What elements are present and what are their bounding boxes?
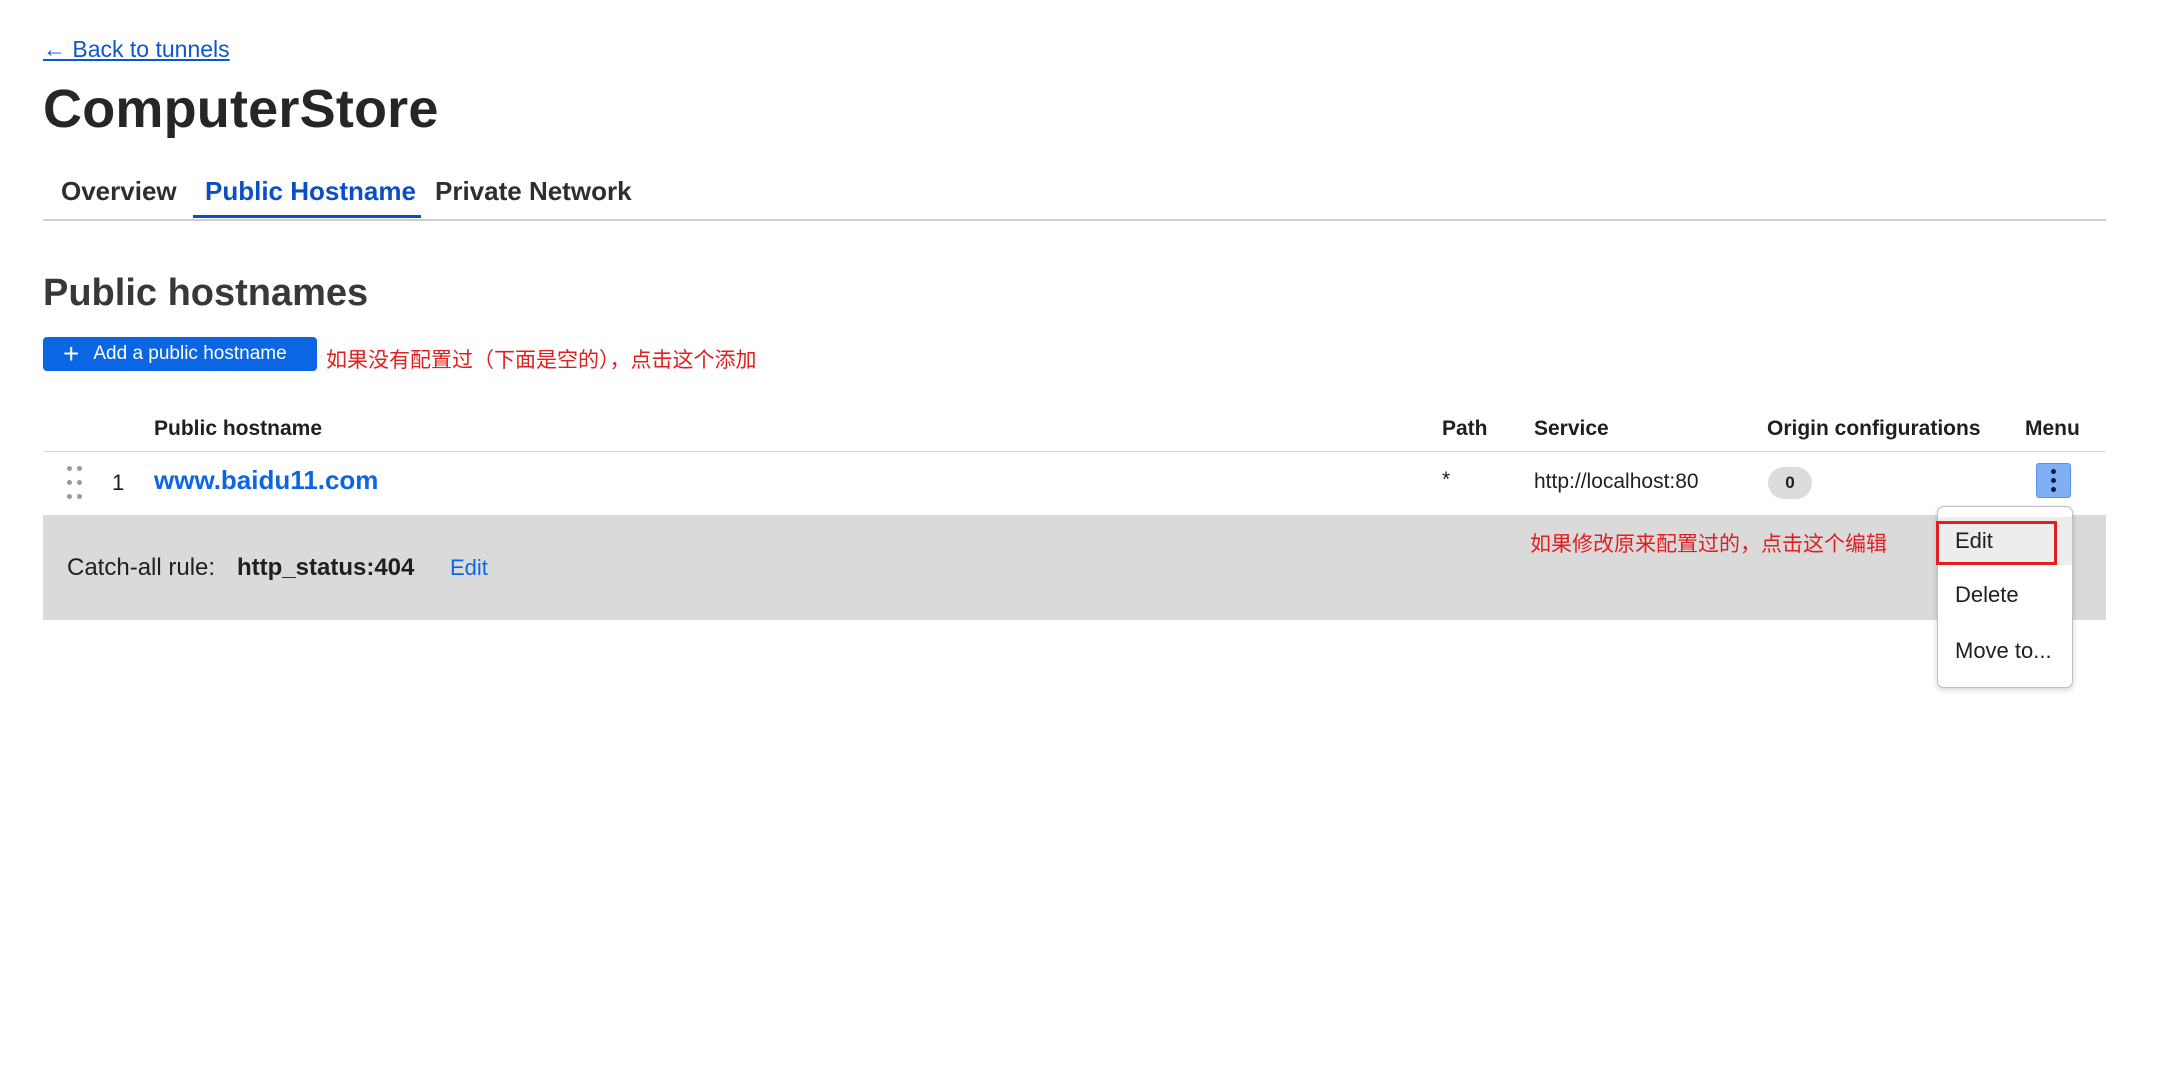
tab-public-hostname[interactable]: Public Hostname	[205, 176, 416, 207]
section-title: Public hostnames	[43, 272, 369, 314]
tab-bar: Overview Public Hostname Private Network	[43, 164, 2106, 221]
catch-all-label: Catch-all rule:	[67, 554, 216, 581]
catch-all-edit-link[interactable]: Edit	[450, 555, 488, 581]
path-value: *	[1442, 468, 1451, 491]
plus-icon: +	[63, 338, 80, 369]
add-public-hostname-button[interactable]: + Add a public hostname	[43, 337, 317, 371]
tab-overview[interactable]: Overview	[61, 176, 177, 207]
menu-item-delete[interactable]: Delete	[1938, 571, 2072, 619]
back-to-tunnels-link[interactable]: ← Back to tunnels	[43, 36, 230, 63]
row-menu-button[interactable]	[2036, 463, 2071, 498]
hostname-link[interactable]: www.baidu11.com	[154, 465, 378, 496]
tunnel-detail-page: ← Back to tunnels ComputerStore Overview…	[0, 0, 2159, 1071]
menu-item-move-to[interactable]: Move to...	[1938, 627, 2072, 675]
table-header: Public hostname Path Service Origin conf…	[43, 417, 2106, 452]
column-header-menu: Menu	[2025, 417, 2080, 440]
kebab-menu-icon	[2051, 469, 2056, 474]
catch-all-value: http_status:404	[237, 554, 415, 581]
page-title: ComputerStore	[43, 79, 439, 139]
origin-config-count-badge: 0	[1768, 467, 1812, 499]
row-index: 1	[112, 470, 125, 495]
column-header-public-hostname: Public hostname	[154, 417, 323, 440]
menu-item-edit[interactable]: Edit	[1938, 517, 2072, 565]
row-menu-dropdown: Edit Delete Move to...	[1937, 506, 2073, 688]
active-tab-indicator	[193, 215, 421, 218]
tab-private-network[interactable]: Private Network	[435, 176, 632, 207]
add-hint-annotation: 如果没有配置过（下面是空的），点击这个添加	[326, 348, 757, 372]
drag-handle-icon[interactable]	[67, 466, 82, 500]
table-row: 1 www.baidu11.com * http://localhost:80 …	[43, 452, 2106, 514]
add-public-hostname-label: Add a public hostname	[93, 343, 287, 364]
edit-hint-annotation: 如果修改原来配置过的，点击这个编辑	[1530, 532, 1887, 556]
column-header-origin-configurations: Origin configurations	[1767, 417, 1981, 440]
column-header-service: Service	[1534, 417, 1609, 440]
column-header-path: Path	[1442, 417, 1488, 440]
service-value: http://localhost:80	[1534, 470, 1699, 493]
